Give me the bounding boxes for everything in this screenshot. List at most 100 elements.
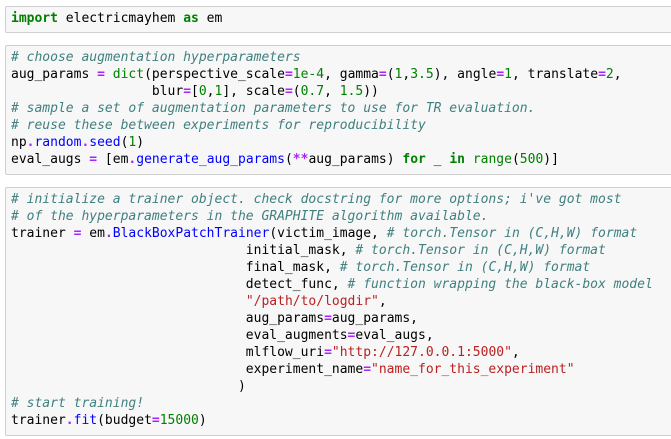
code-line: # initialize a trainer object. check doc…: [6, 191, 671, 208]
code-line: experiment_name="name_for_this_experimen…: [6, 361, 671, 378]
code-token: =: [97, 67, 105, 82]
code-line: # reuse these between experiments for re…: [6, 117, 671, 134]
code-token: aug_params): [308, 152, 403, 167]
code-token: aug_params: [11, 67, 98, 82]
code-line: eval_augments=eval_augs,: [6, 327, 671, 344]
code-token: em: [198, 11, 223, 26]
code-token: import: [11, 11, 58, 26]
code-line: blur=[0,1], scale=(0.7, 1.5)): [6, 83, 671, 100]
code-token: random: [34, 135, 82, 150]
code-token: experiment_name: [11, 362, 364, 377]
code-token: range: [472, 152, 512, 167]
code-line: import electricmayhem as em: [6, 10, 671, 27]
code-token: (: [284, 152, 293, 167]
code-token: in: [449, 152, 465, 167]
code-token: for: [402, 152, 426, 167]
code-token: # torch.Tensor in (C,H,W) format: [355, 243, 606, 258]
code-token: # function wrapping the black-box model: [347, 277, 653, 292]
code-token: # start training!: [11, 396, 145, 411]
code-token: (victim_image,: [269, 226, 387, 241]
code-line: # sample a set of augmentation parameter…: [6, 100, 671, 117]
code-line: ): [6, 378, 671, 395]
code-token: aug_params: [11, 311, 325, 326]
code-token: ,: [613, 67, 622, 82]
code-token: trainer: [11, 413, 66, 428]
code-cell-augmentation[interactable]: # choose augmentation hyperparameters aug…: [5, 45, 671, 175]
code-token: # initialize a trainer object. check doc…: [11, 192, 622, 207]
code-token: (budget: [97, 413, 152, 428]
code-token: mlflow_uri: [11, 345, 325, 360]
code-token: final_mask,: [11, 260, 340, 275]
code-line: eval_augs = [em.generate_aug_params(**au…: [6, 151, 671, 168]
code-token: =: [284, 67, 293, 82]
code-token: "http://127.0.0.1:5000": [331, 345, 512, 360]
code-token: ): [136, 135, 145, 150]
code-token: =: [151, 413, 160, 428]
code-token: trainer: [11, 226, 74, 241]
code-token: initial_mask,: [11, 243, 356, 258]
code-token: =: [284, 84, 293, 99]
code-token: (perspective_scale: [144, 67, 285, 82]
code-token: ), angle: [433, 67, 497, 82]
code-cell-import[interactable]: import electricmayhem as em: [5, 6, 671, 33]
code-token: )]: [543, 152, 559, 167]
code-token: generate_aug_params: [136, 152, 285, 167]
code-line: # start training!: [6, 395, 671, 412]
code-token: ,: [206, 84, 215, 99]
code-line: aug_params = dict(perspective_scale=1e-4…: [6, 66, 671, 83]
code-token: eval_augs,: [355, 328, 434, 343]
code-token: ): [11, 379, 246, 394]
code-line: # choose augmentation hyperparameters: [6, 49, 671, 66]
code-line: final_mask, # torch.Tensor in (C,H,W) fo…: [6, 259, 671, 276]
code-token: seed: [89, 135, 121, 150]
code-token: # choose augmentation hyperparameters: [11, 50, 301, 65]
code-token: =: [496, 67, 505, 82]
code-token: ): [198, 413, 207, 428]
code-token: # torch.Tensor in (C,H,W) format: [386, 226, 638, 241]
code-token: , translate: [511, 67, 599, 82]
code-token: # torch.Tensor in (C,H,W) format: [339, 260, 591, 275]
code-token: =: [89, 152, 98, 167]
code-token: electricmayhem: [57, 11, 184, 26]
code-token: "name_for_this_experiment": [371, 362, 575, 377]
code-token: fit: [73, 413, 98, 428]
code-token: np: [11, 135, 27, 150]
code-token: =: [598, 67, 606, 82]
code-token: eval_augments: [11, 328, 348, 343]
code-token: (: [386, 67, 395, 82]
code-token: aug_params,: [331, 311, 418, 326]
code-token: detect_func,: [11, 277, 348, 292]
code-cell-trainer[interactable]: # initialize a trainer object. check doc…: [5, 187, 671, 436]
code-token: as: [183, 11, 199, 26]
code-line: mlflow_uri="http://127.0.0.1:5000",: [6, 344, 671, 361]
code-token: 1.5: [339, 84, 364, 99]
code-token: 0.7: [300, 84, 325, 99]
code-token: =: [363, 362, 372, 377]
code-token: =: [324, 311, 332, 326]
code-token: (: [511, 152, 520, 167]
code-token: 15000: [159, 413, 199, 428]
code-token: =: [324, 345, 332, 360]
code-line: detect_func, # function wrapping the bla…: [6, 276, 671, 293]
code-token: .: [65, 413, 74, 428]
code-line: initial_mask, # torch.Tensor in (C,H,W) …: [6, 242, 671, 259]
code-token: )): [363, 84, 379, 99]
code-token: [: [191, 84, 199, 99]
code-token: [em: [97, 152, 129, 167]
code-token: ,: [511, 345, 520, 360]
code-token: blur: [11, 84, 184, 99]
code-token: , gamma: [324, 67, 379, 82]
code-token: ,: [324, 84, 340, 99]
code-token: # sample a set of augmentation parameter…: [11, 101, 536, 116]
code-token: # of the hyperparameters in the GRAPHITE…: [11, 209, 489, 224]
code-line: trainer = em.BlackBoxPatchTrainer(victim…: [6, 225, 671, 242]
code-token: 1e-4: [292, 67, 325, 82]
code-token: =: [378, 67, 387, 82]
code-token: (: [292, 84, 301, 99]
code-token: dict: [112, 67, 145, 82]
code-token: em: [81, 226, 105, 241]
code-token: "/path/to/logdir": [245, 294, 379, 309]
